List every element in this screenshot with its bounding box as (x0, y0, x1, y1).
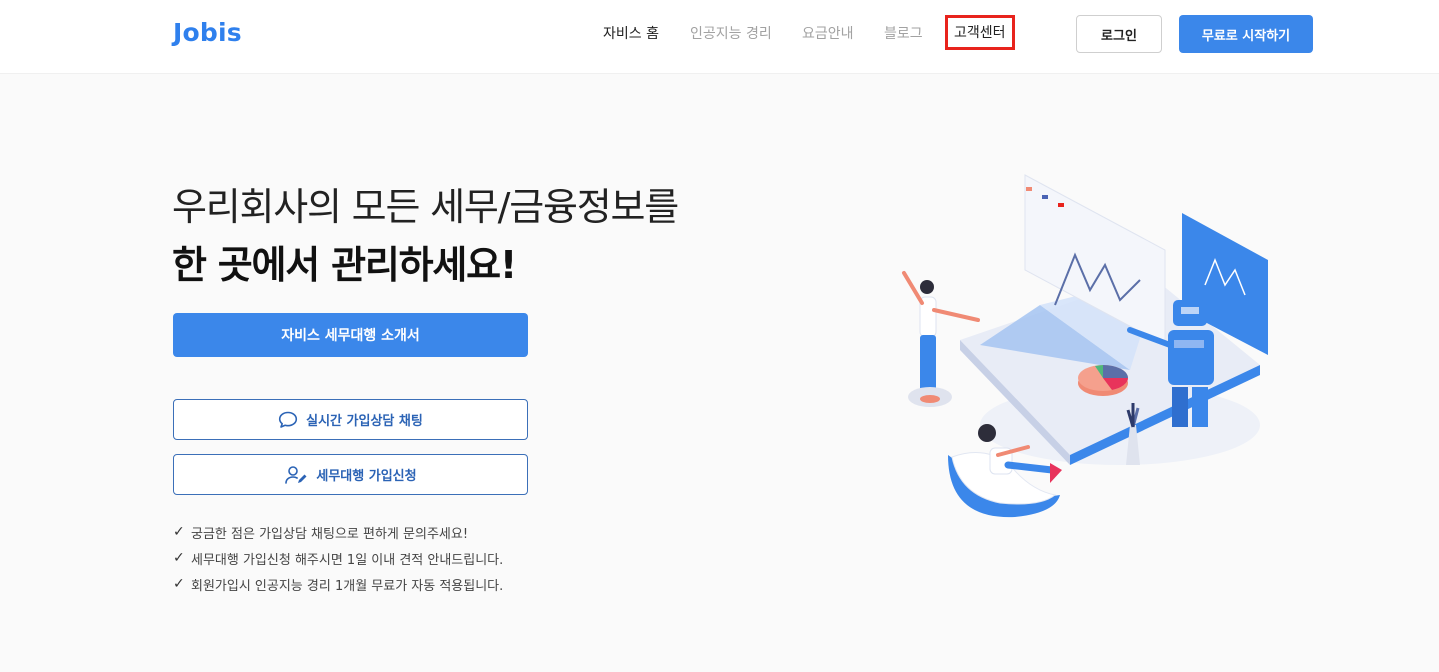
top-header: Jobis 자비스 홈 인공지능 경리 요금안내 블로그 고객센터 로그인 무료… (0, 0, 1439, 74)
benefit-text: 궁금한 점은 가입상담 채팅으로 편하게 문의주세요! (191, 526, 469, 542)
tax-signup-label: 세무대행 가입신청 (316, 469, 417, 484)
live-chat-label: 실시간 가입상담 채팅 (306, 414, 423, 429)
nav-ai-bookkeeping[interactable]: 인공지능 경리 (690, 23, 772, 43)
tax-signup-button[interactable]: 세무대행 가입신청 (173, 454, 528, 495)
check-icon: ✓ (173, 576, 185, 592)
nav-customer-center[interactable]: 고객센터 (945, 15, 1015, 50)
hero-illustration (890, 165, 1280, 535)
tax-service-brochure-button[interactable]: 자비스 세무대행 소개서 (173, 313, 528, 357)
nav-pricing[interactable]: 요금안내 (802, 23, 854, 43)
check-icon: ✓ (173, 550, 185, 566)
user-edit-icon (284, 465, 308, 485)
benefit-text: 세무대행 가입신청 해주시면 1일 이내 견적 안내드립니다. (191, 552, 504, 568)
hero-headline-line2: 한 곳에서 관리하세요! (172, 243, 517, 287)
speech-bubble-icon (278, 411, 298, 429)
nav-home[interactable]: 자비스 홈 (603, 23, 659, 43)
benefit-text: 회원가입시 인공지능 경리 1개월 무료가 자동 적용됩니다. (191, 578, 504, 594)
check-icon: ✓ (173, 524, 185, 540)
start-free-button[interactable]: 무료로 시작하기 (1179, 15, 1313, 53)
benefit-item: ✓ 궁금한 점은 가입상담 채팅으로 편하게 문의주세요! (173, 519, 503, 545)
live-chat-button[interactable]: 실시간 가입상담 채팅 (173, 399, 528, 440)
benefit-list: ✓ 궁금한 점은 가입상담 채팅으로 편하게 문의주세요! ✓ 세무대행 가입신… (173, 519, 503, 597)
login-button[interactable]: 로그인 (1076, 15, 1162, 53)
nav-blog[interactable]: 블로그 (884, 23, 923, 43)
benefit-item: ✓ 회원가입시 인공지능 경리 1개월 무료가 자동 적용됩니다. (173, 571, 503, 597)
benefit-item: ✓ 세무대행 가입신청 해주시면 1일 이내 견적 안내드립니다. (173, 545, 503, 571)
jobis-logo[interactable]: Jobis (173, 18, 242, 47)
hero-headline-line1: 우리회사의 모든 세무/금융정보를 (172, 185, 679, 229)
